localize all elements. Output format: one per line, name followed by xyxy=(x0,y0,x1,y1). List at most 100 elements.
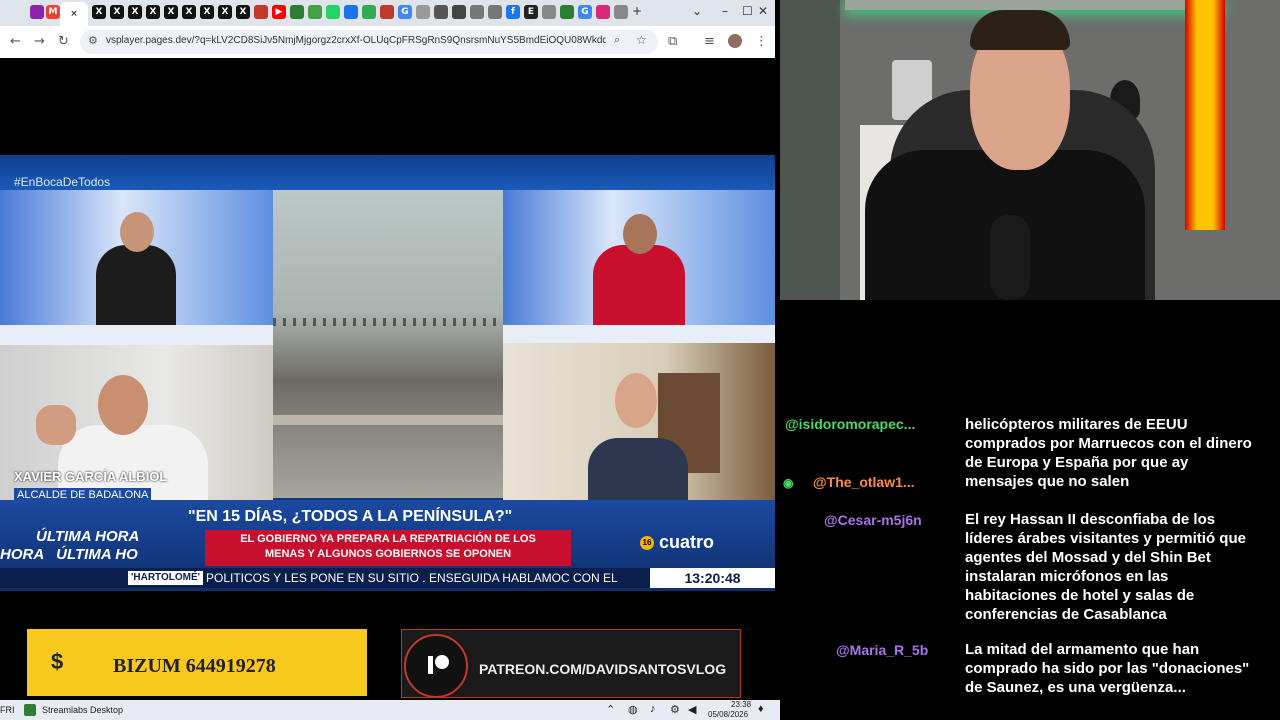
tab-facebook-icon[interactable]: f xyxy=(506,5,520,19)
tab-youtube-icon[interactable]: ▶ xyxy=(272,5,286,19)
new-tab-button[interactable]: + xyxy=(632,4,642,18)
panelist-head xyxy=(623,214,657,254)
tab-favicon-gray[interactable] xyxy=(416,5,430,19)
minimize-icon[interactable]: – xyxy=(722,4,728,18)
chat-text: helicópteros militares de EEUU comprados… xyxy=(965,416,1252,490)
url-text[interactable]: vsplayer.pages.dev/?q=kLV2CD8SiJv5NmjMjg… xyxy=(106,35,606,46)
display-cabinet xyxy=(780,0,840,300)
tab-search-icon[interactable]: ⌄ xyxy=(692,4,702,18)
tab-x-icon[interactable]: X xyxy=(164,5,178,19)
bookmark-star-icon[interactable]: ☆ xyxy=(636,33,647,47)
subhead-line2: MENAS Y ALGUNOS GOBIERNOS SE OPONEN xyxy=(264,548,512,560)
tab-x-icon[interactable]: X xyxy=(182,5,196,19)
ticker-tag: 'HARTOLOMÉ' xyxy=(128,571,204,585)
patreon-logo-bar xyxy=(428,656,433,674)
maximize-icon[interactable]: ☐ xyxy=(742,4,753,18)
tab-google-icon[interactable]: G xyxy=(398,5,412,19)
taskbar-time[interactable]: 23:38 xyxy=(731,700,751,709)
toolbar: ← → ↻ ⚙ vsplayer.pages.dev/?q=kLV2CD8SiJ… xyxy=(0,26,775,58)
tab-x-icon[interactable]: X xyxy=(218,5,232,19)
headline: "EN 15 DÍAS, ¿TODOS A LA PENÍNSULA?" xyxy=(188,508,513,525)
taskbar-weather: FRI xyxy=(0,705,15,715)
bizum-text: BIZUM 644919278 xyxy=(113,655,276,677)
tab-x-icon[interactable]: X xyxy=(110,5,124,19)
ultima-hora-1: ÚLTIMA HORA xyxy=(36,528,140,545)
tab-favicon-gray[interactable] xyxy=(542,5,556,19)
tab-favicon-green[interactable] xyxy=(560,5,574,19)
profile-avatar[interactable] xyxy=(728,34,742,48)
close-tab-icon[interactable]: × xyxy=(70,9,78,19)
tab-whatsapp-icon[interactable] xyxy=(326,5,340,19)
menu-icon[interactable]: ⋮ xyxy=(755,34,768,49)
taskbar-date[interactable]: 05/08/2026 xyxy=(708,710,748,719)
tab-favicon-red[interactable] xyxy=(380,5,394,19)
panelist-left-feed xyxy=(0,190,273,345)
close-window-icon[interactable]: ✕ xyxy=(758,4,768,18)
tab-favicon-e[interactable]: E xyxy=(524,5,538,19)
tab-favicon-dark[interactable] xyxy=(452,5,466,19)
forward-icon[interactable]: → xyxy=(34,34,45,49)
news-banner: "EN 15 DÍAS, ¿TODOS A LA PENÍNSULA?" EL … xyxy=(0,500,775,591)
tab-favicon-green[interactable] xyxy=(362,5,376,19)
led-shelf xyxy=(845,0,1225,10)
taskbar-app-label[interactable]: Streamlabs Desktop xyxy=(42,705,123,715)
zoom-icon[interactable]: ⌕ xyxy=(614,34,620,47)
video-player[interactable]: #EnBocaDeTodos XAVIER GARCÍA ALBIOL ALCA… xyxy=(0,155,775,591)
tab-x-icon[interactable]: X xyxy=(236,5,250,19)
streamlabs-icon[interactable] xyxy=(24,704,36,716)
tab-favicon-red[interactable] xyxy=(254,5,268,19)
tab-favicon-dark[interactable] xyxy=(434,5,448,19)
video-top-band xyxy=(0,155,775,190)
studio-desk xyxy=(503,325,775,343)
pier-wall xyxy=(273,415,503,425)
extensions-icon[interactable]: ⧉ xyxy=(668,34,677,49)
tab-x-icon[interactable]: X xyxy=(92,5,106,19)
guest-body xyxy=(588,438,688,500)
address-bar[interactable]: ⚙ vsplayer.pages.dev/?q=kLV2CD8SiJv5NmjM… xyxy=(80,30,658,54)
news-ticker: 'HARTOLOMÉ' POLITICOS Y LES PONE EN SU S… xyxy=(0,568,650,588)
microphone xyxy=(990,215,1030,300)
tray-chevron-icon[interactable]: ⌃ xyxy=(606,703,615,716)
tab-instagram-icon[interactable] xyxy=(596,5,610,19)
tab-gmail-icon[interactable]: M xyxy=(46,5,60,19)
chat-username: @isidoromorapec... xyxy=(785,416,916,432)
reload-icon[interactable]: ↻ xyxy=(58,34,69,49)
tab-favicon-green[interactable] xyxy=(290,5,304,19)
tab-x-icon[interactable]: X xyxy=(200,5,214,19)
tab-favicon-chrome[interactable] xyxy=(344,5,358,19)
channel-name: cuatro xyxy=(659,532,715,552)
notification-bell-icon[interactable]: ♦ xyxy=(758,703,764,715)
patreon-logo-icon xyxy=(404,634,468,697)
subhead: EL GOBIERNO YA PREPARA LA REPATRIACIÓN D… xyxy=(205,530,571,566)
speaker-head xyxy=(98,375,148,435)
chat-username: @Maria_R_5b xyxy=(836,642,929,658)
media-icon[interactable]: ≡ xyxy=(704,34,715,49)
chat-badge-icon: ◉ xyxy=(783,476,794,490)
tray-settings-icon[interactable]: ⚙ xyxy=(670,703,680,716)
tray-network-icon[interactable]: ◍ xyxy=(628,703,638,716)
hashtag: #EnBocaDeTodos xyxy=(14,175,111,189)
coast-footage xyxy=(273,190,503,498)
channel-badge: 16 xyxy=(640,536,654,551)
chat-username: @Cesar-m5j6n xyxy=(824,512,922,528)
tab-active[interactable]: × xyxy=(60,2,88,26)
webcam-feed xyxy=(780,0,1280,300)
tab-x-icon[interactable]: X xyxy=(146,5,160,19)
tab-favicon-gray[interactable] xyxy=(470,5,484,19)
tab-favicon-gray[interactable] xyxy=(614,5,628,19)
tab-google-icon[interactable]: G xyxy=(578,5,592,19)
chat-username: @The_otlaw1... xyxy=(813,474,915,490)
tray-mic-icon[interactable]: ♪ xyxy=(650,703,656,715)
patreon-logo-dot xyxy=(435,655,449,669)
tab-favicon-green[interactable] xyxy=(308,5,322,19)
tab-favicon-gray[interactable] xyxy=(488,5,502,19)
chat-overlay: @isidoromorapec... helicópteros militare… xyxy=(780,410,1280,720)
fence xyxy=(273,318,503,326)
tab-favicon-pink[interactable] xyxy=(30,5,44,19)
back-icon[interactable]: ← xyxy=(10,34,21,49)
bizum-banner: $ BIZUM 644919278 xyxy=(27,629,367,696)
guest-head xyxy=(615,373,657,428)
site-info-icon[interactable]: ⚙ xyxy=(88,34,98,47)
tray-volume-icon[interactable]: ◀ xyxy=(688,703,696,716)
tab-x-icon[interactable]: X xyxy=(128,5,142,19)
